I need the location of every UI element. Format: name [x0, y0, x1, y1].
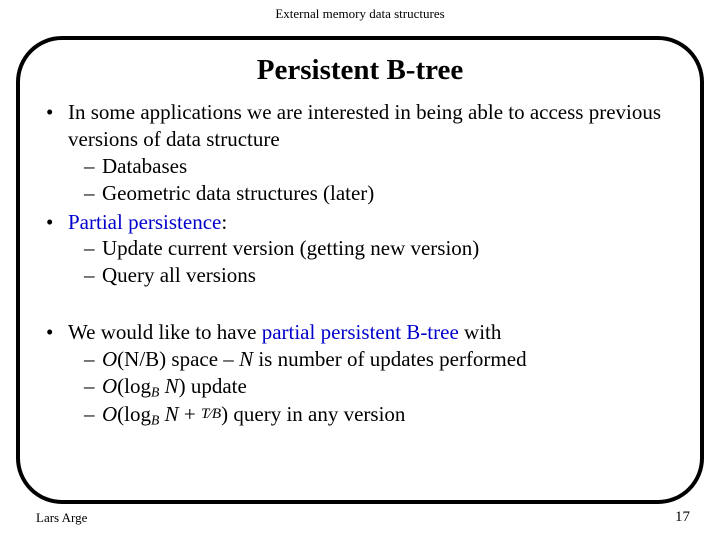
bullet-3a: We would like to have — [68, 320, 262, 344]
bullet-2-link-text: Partial persistence — [68, 210, 221, 234]
bullet-3: • We would like to have partial persiste… — [44, 319, 676, 346]
bullet-3b-link-text: partial persistent B-tree — [262, 320, 459, 344]
bullet-3-sub-3: – O(logB N + T⁄B) query in any version — [84, 401, 676, 429]
math-plus: + — [179, 402, 201, 426]
slide-frame: Persistent B-tree • In some applications… — [16, 36, 704, 504]
bullet-3-sub-2: – O(logB N) update — [84, 373, 676, 401]
dash-icon: – — [84, 153, 102, 180]
bullet-2-sub-1-text: Update current version (getting new vers… — [102, 235, 676, 262]
text-query: query in any version — [228, 402, 405, 426]
bullet-1: • In some applications we are interested… — [44, 99, 676, 153]
math-open-log: (log — [117, 402, 151, 426]
dash-icon: – — [84, 401, 102, 429]
math-N: N — [159, 402, 178, 426]
dash-icon: – — [84, 180, 102, 207]
bullet-3-sub-2-text: O(logB N) update — [102, 373, 676, 401]
bullet-3-sub-1: – O(N/B) space – N is number of updates … — [84, 346, 676, 373]
text-update: update — [186, 374, 247, 398]
bullet-1-sub-1-text: Databases — [102, 153, 676, 180]
bullet-2-sub-1: – Update current version (getting new ve… — [84, 235, 676, 262]
math-onb: (N/B) — [117, 347, 166, 371]
bullet-2-text: Partial persistence: — [68, 209, 676, 236]
footer-author: Lars Arge — [36, 510, 87, 526]
slide-header: External memory data structures — [0, 6, 720, 22]
math-ologbn-query: O(logB N + T⁄B) — [102, 402, 228, 426]
math-B2: B — [212, 406, 221, 422]
math-O: O — [102, 402, 117, 426]
math-O: O — [102, 374, 117, 398]
bullet-3-sub-3-text: O(logB N + T⁄B) query in any version — [102, 401, 676, 429]
bullet-dot-icon: • — [44, 99, 68, 153]
dash-icon: – — [84, 373, 102, 401]
bullet-1-sub-1: – Databases — [84, 153, 676, 180]
slide: External memory data structures Persiste… — [0, 0, 720, 540]
bullet-3-sub-1-text: O(N/B) space – N is number of updates pe… — [102, 346, 676, 373]
bullet-dot-icon: • — [44, 319, 68, 346]
math-frac: T⁄B — [201, 406, 221, 422]
bullet-2-sub-2-text: Query all versions — [102, 262, 676, 289]
dash-icon: – — [84, 235, 102, 262]
math-N: N — [239, 347, 253, 371]
text-updates: is number of updates performed — [253, 347, 527, 371]
math-O: O — [102, 347, 117, 371]
bullet-2-colon: : — [221, 210, 227, 234]
footer-page-number: 17 — [675, 509, 690, 526]
dash-icon: – — [84, 262, 102, 289]
bullet-1-sub-2: – Geometric data structures (later) — [84, 180, 676, 207]
bullet-2: • Partial persistence: — [44, 209, 676, 236]
math-ologbn-update: O(logB N) — [102, 374, 186, 398]
bullet-3c: with — [459, 320, 502, 344]
math-close: ) — [179, 374, 186, 398]
math-T: T — [201, 406, 209, 422]
text-space: space – — [166, 347, 239, 371]
bullet-dot-icon: • — [44, 209, 68, 236]
math-N: N — [159, 374, 178, 398]
slide-body: • In some applications we are interested… — [44, 99, 676, 429]
bullet-1-sub-2-text: Geometric data structures (later) — [102, 180, 676, 207]
spacer — [44, 289, 676, 317]
dash-icon: – — [84, 346, 102, 373]
slide-title: Persistent B-tree — [44, 54, 676, 87]
bullet-3-text: We would like to have partial persistent… — [68, 319, 676, 346]
math-open-log: (log — [117, 374, 151, 398]
bullet-2-sub-2: – Query all versions — [84, 262, 676, 289]
bullet-1-text: In some applications we are interested i… — [68, 99, 676, 153]
